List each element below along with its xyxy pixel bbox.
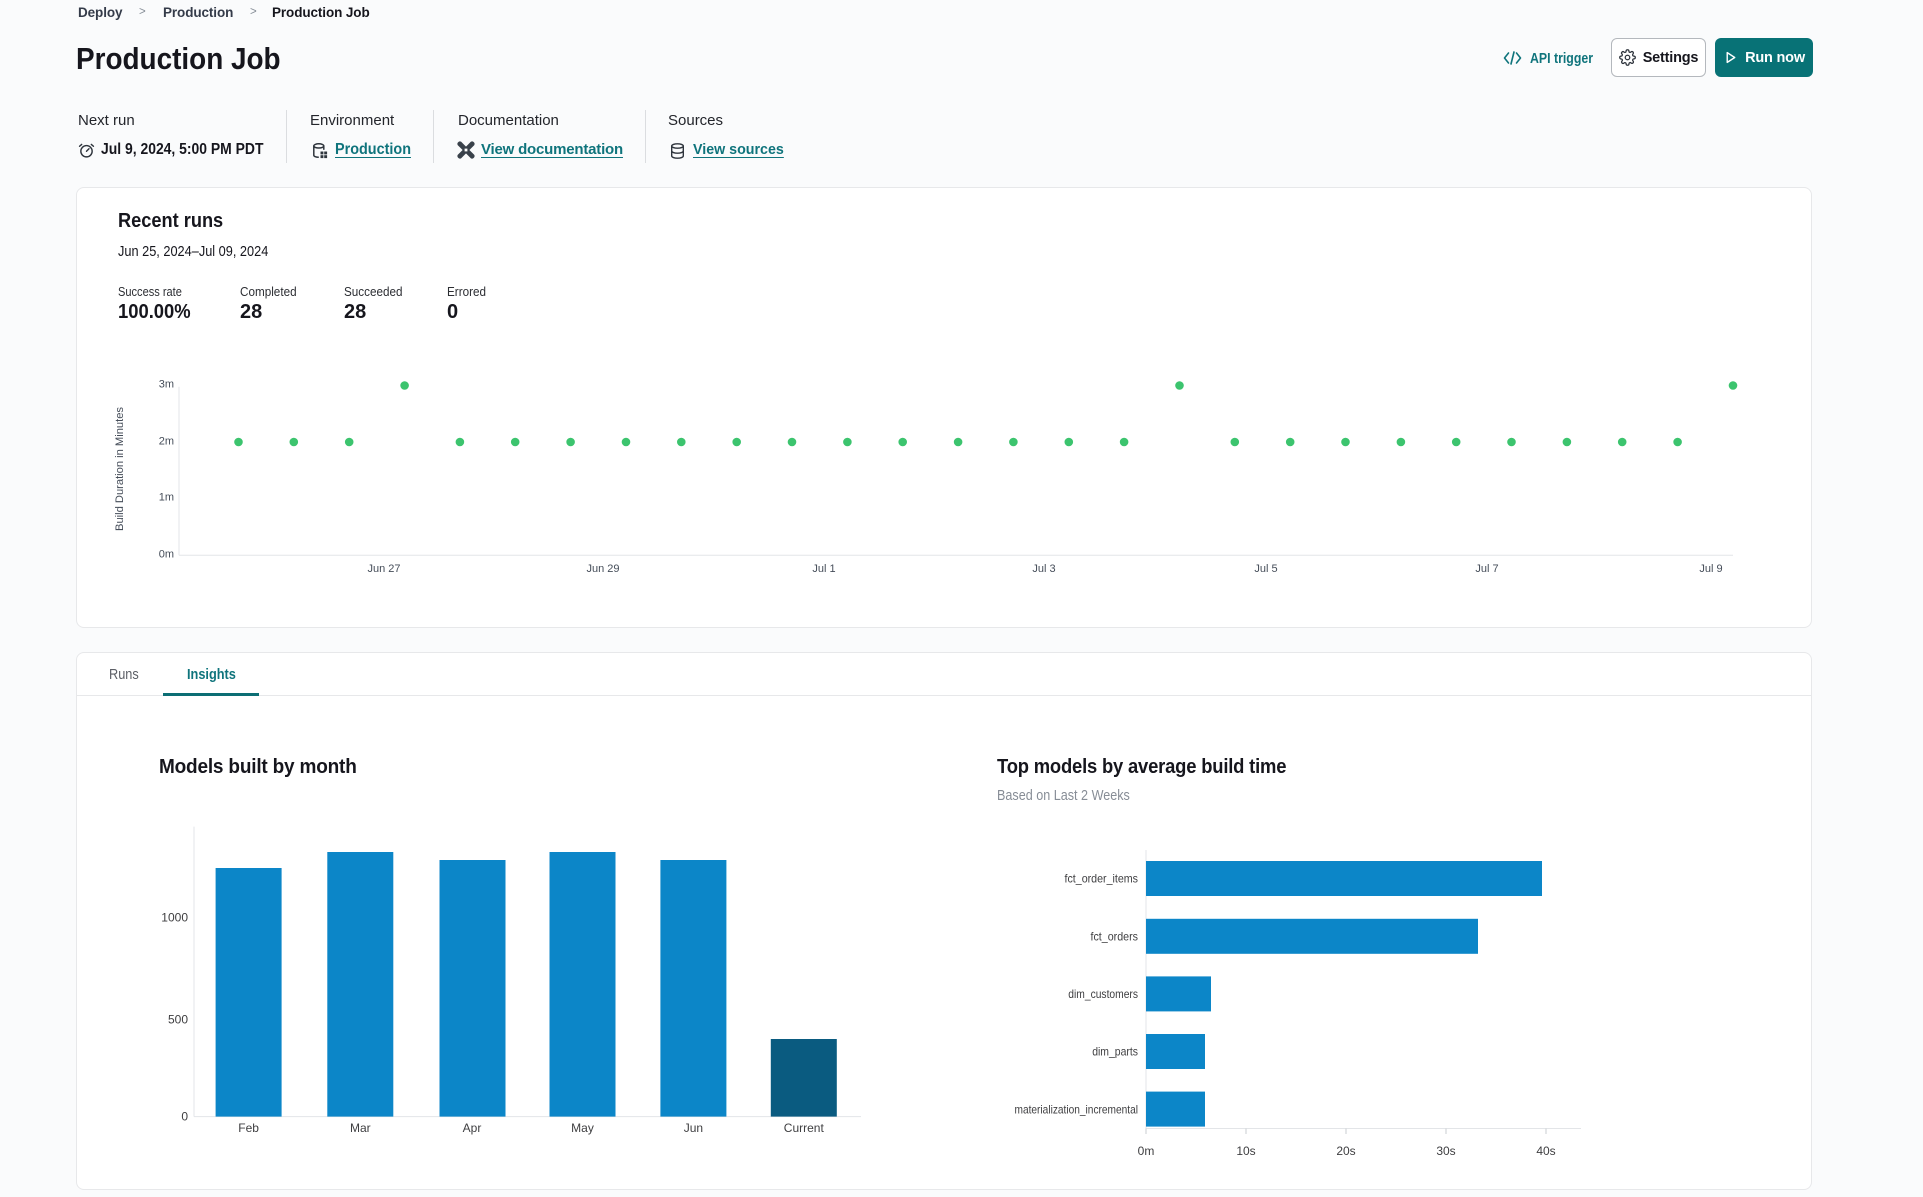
svg-text:dim_customers: dim_customers [1068, 987, 1138, 1001]
svg-text:0: 0 [181, 1110, 188, 1124]
svg-text:40s: 40s [1536, 1144, 1555, 1158]
svg-text:0m: 0m [159, 549, 174, 561]
svg-text:dim_parts: dim_parts [1092, 1045, 1138, 1059]
svg-text:Mar: Mar [350, 1121, 371, 1135]
svg-text:Jul 7: Jul 7 [1475, 563, 1498, 575]
svg-text:1000: 1000 [161, 911, 188, 925]
svg-text:Jul 1: Jul 1 [812, 563, 835, 575]
svg-text:Jul 3: Jul 3 [1032, 563, 1055, 575]
svg-text:Jul 9: Jul 9 [1699, 563, 1722, 575]
svg-text:Jun 27: Jun 27 [367, 563, 400, 575]
svg-text:fct_order_items: fct_order_items [1065, 872, 1139, 886]
svg-text:Jun: Jun [684, 1121, 703, 1135]
svg-text:Jul 5: Jul 5 [1254, 563, 1277, 575]
svg-text:Jun 29: Jun 29 [586, 563, 619, 575]
svg-text:3m: 3m [159, 379, 174, 391]
svg-text:Apr: Apr [463, 1121, 482, 1135]
svg-text:fct_orders: fct_orders [1091, 929, 1139, 943]
svg-text:500: 500 [168, 1013, 188, 1027]
svg-text:1m: 1m [159, 492, 174, 504]
svg-text:2m: 2m [159, 435, 174, 447]
svg-text:May: May [571, 1121, 594, 1135]
svg-text:Build Duration in Minutes: Build Duration in Minutes [114, 407, 126, 531]
svg-text:materialization_incremental: materialization_incremental [1015, 1103, 1139, 1117]
svg-text:30s: 30s [1436, 1144, 1455, 1158]
svg-text:Current: Current [784, 1121, 825, 1135]
svg-text:10s: 10s [1236, 1144, 1255, 1158]
svg-text:Feb: Feb [238, 1121, 259, 1135]
svg-text:20s: 20s [1336, 1144, 1355, 1158]
svg-text:0m: 0m [1138, 1144, 1155, 1158]
